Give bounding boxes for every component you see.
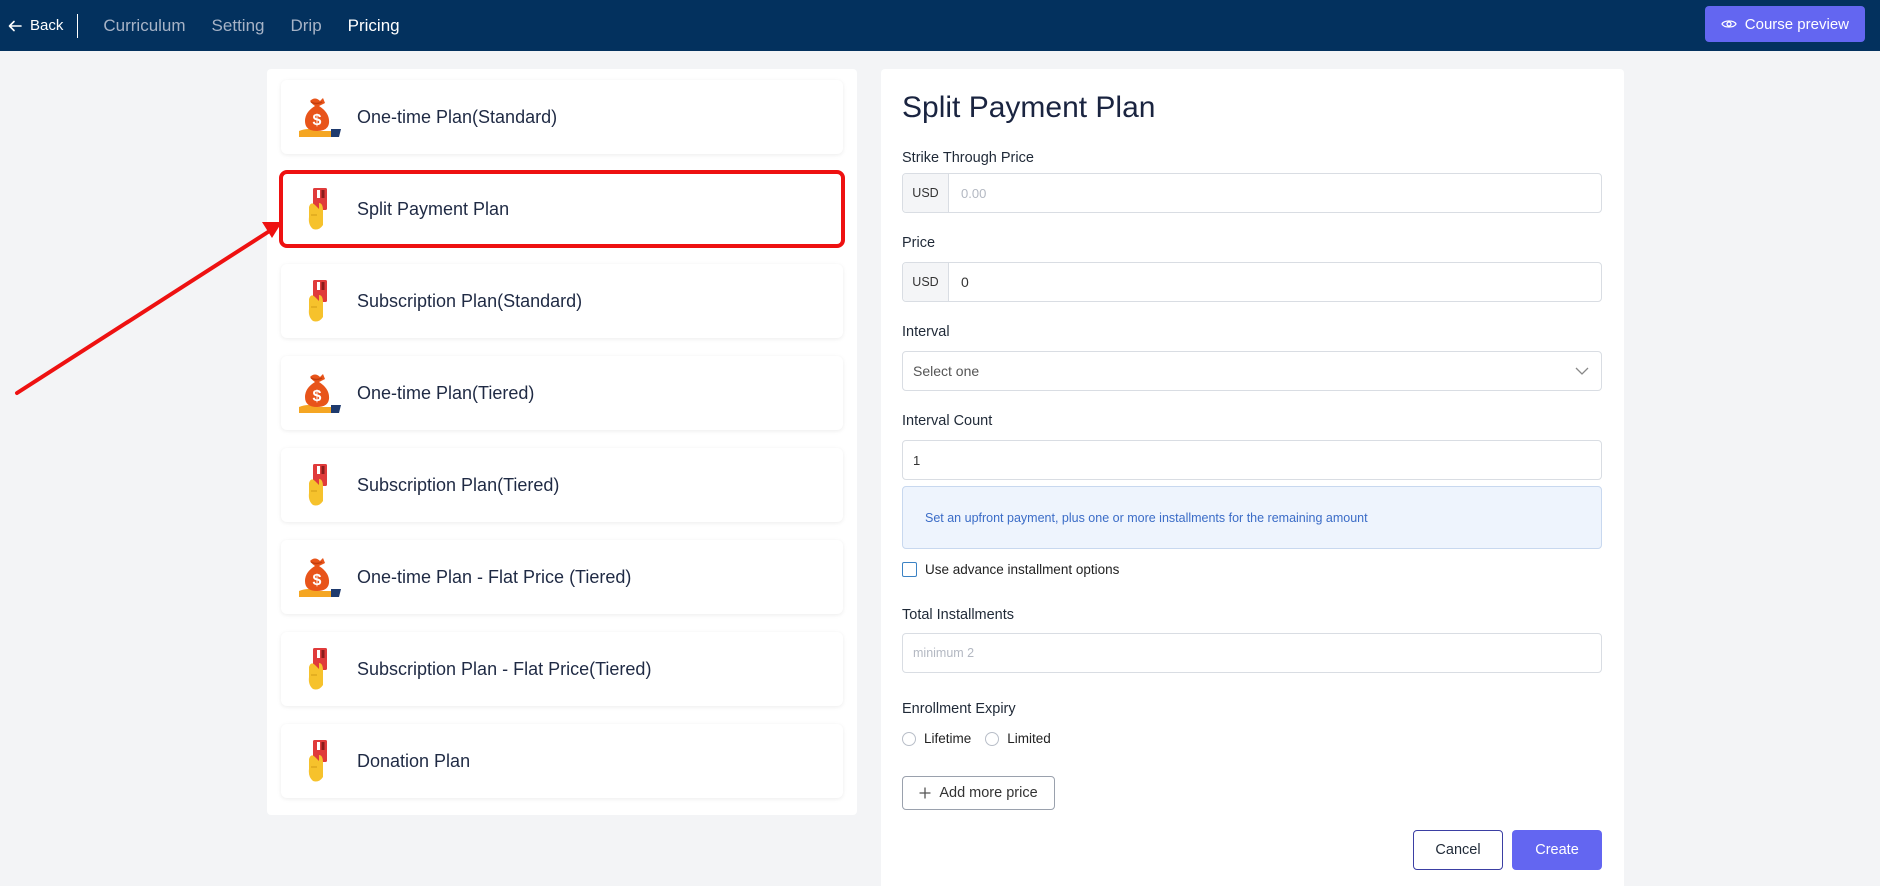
course-preview-button[interactable]: Course preview: [1704, 6, 1865, 42]
svg-text:$: $: [313, 572, 322, 589]
expiry-option-lifetime[interactable]: Lifetime: [902, 731, 971, 746]
tab-curriculum[interactable]: Curriculum: [90, 16, 198, 36]
chevron-down-icon: [1575, 367, 1589, 375]
plan-card-one-time-tiered[interactable]: $ One-time Plan(Tiered): [281, 356, 843, 430]
plan-card-subscription-standard[interactable]: Subscription Plan(Standard): [281, 264, 843, 338]
currency-prefix: USD: [903, 263, 949, 301]
interval-label: Interval: [902, 324, 950, 340]
total-installments-label: Total Installments: [902, 607, 1015, 623]
price-field[interactable]: USD 0: [902, 262, 1602, 302]
plan-name: One-time Plan(Standard): [357, 106, 558, 127]
plan-list-panel: $ One-time Plan(Standard) Split Payment …: [267, 69, 857, 815]
plan-card-subscription-flat-tiered[interactable]: Subscription Plan - Flat Price(Tiered): [281, 632, 843, 706]
info-alert: Set an upfront payment, plus one or more…: [902, 486, 1602, 549]
advance-installment-label: Use advance installment options: [925, 562, 1120, 577]
plan-card-one-time-standard[interactable]: $ One-time Plan(Standard): [281, 80, 843, 154]
back-button[interactable]: Back: [8, 13, 79, 38]
card-hand-icon: [308, 648, 327, 690]
plan-name: Donation Plan: [357, 750, 471, 771]
enrollment-expiry-label: Enrollment Expiry: [902, 701, 1016, 717]
interval-count-input[interactable]: 1: [902, 440, 1602, 480]
price-label: Price: [902, 235, 936, 251]
create-button[interactable]: Create: [1512, 830, 1602, 870]
tab-drip[interactable]: Drip: [277, 16, 334, 36]
card-hand-icon: [308, 280, 327, 322]
add-more-price-button[interactable]: Add more price: [902, 776, 1055, 810]
radio-button[interactable]: [985, 731, 1000, 746]
plan-name: One-time Plan - Flat Price (Tiered): [357, 566, 632, 587]
advance-installment-checkbox[interactable]: [902, 562, 917, 577]
back-label: Back: [30, 17, 64, 34]
enrollment-expiry-options: Lifetime Limited: [902, 731, 1065, 746]
svg-text:$: $: [313, 112, 322, 129]
add-more-price-label: Add more price: [939, 785, 1038, 801]
top-nav-bar: Back Curriculum Setting Drip Pricing Cou…: [0, 0, 1880, 51]
form-title: Split Payment Plan: [902, 91, 1156, 124]
card-hand-icon: [308, 464, 327, 506]
plan-card-subscription-tiered[interactable]: Subscription Plan(Tiered): [281, 448, 843, 522]
interval-count-label: Interval Count: [902, 413, 993, 429]
expiry-option-label: Lifetime: [924, 731, 972, 746]
eye-icon: [1721, 20, 1737, 28]
total-installments-placeholder: minimum 2: [913, 646, 975, 660]
plan-name: One-time Plan(Tiered): [357, 382, 535, 403]
currency-prefix: USD: [903, 174, 949, 212]
strike-price-field[interactable]: USD 0.00: [902, 173, 1602, 213]
advance-installment-option[interactable]: Use advance installment options: [902, 562, 1119, 577]
money-bag-icon: $: [299, 374, 341, 413]
plan-card-donation[interactable]: Donation Plan: [281, 724, 843, 798]
strike-price-label: Strike Through Price: [902, 150, 1034, 166]
price-value: 0: [961, 274, 969, 290]
interval-placeholder: Select one: [913, 363, 980, 379]
tab-setting[interactable]: Setting: [199, 16, 278, 36]
course-preview-label: Course preview: [1744, 15, 1849, 33]
svg-text:$: $: [313, 388, 322, 405]
total-installments-input[interactable]: minimum 2: [902, 633, 1602, 673]
card-hand-icon: [308, 188, 327, 230]
plan-name: Subscription Plan(Standard): [357, 290, 583, 311]
money-bag-icon: $: [299, 98, 341, 137]
course-tabs: Curriculum Setting Drip Pricing: [90, 16, 412, 36]
plus-icon: [919, 787, 931, 799]
tab-pricing[interactable]: Pricing: [335, 16, 413, 36]
strike-price-placeholder: 0.00: [961, 185, 987, 201]
plan-card-one-time-flat-tiered[interactable]: $ One-time Plan - Flat Price (Tiered): [281, 540, 843, 614]
arrow-left-icon: [8, 20, 22, 31]
cancel-button[interactable]: Cancel: [1413, 830, 1503, 870]
plan-name: Subscription Plan - Flat Price(Tiered): [357, 658, 652, 679]
card-hand-icon: [308, 740, 327, 782]
info-text: Set an upfront payment, plus one or more…: [925, 510, 1368, 525]
plan-card-split-payment[interactable]: Split Payment Plan: [279, 170, 845, 248]
plan-name: Subscription Plan(Tiered): [357, 474, 560, 495]
plan-name: Split Payment Plan: [357, 198, 510, 219]
radio-button[interactable]: [902, 731, 916, 746]
interval-select[interactable]: Select one: [902, 351, 1602, 391]
money-bag-icon: $: [299, 558, 341, 597]
expiry-option-limited[interactable]: Limited: [985, 731, 1051, 746]
expiry-option-label: Limited: [1007, 731, 1051, 746]
interval-count-value: 1: [913, 452, 921, 468]
plan-form-panel: Split Payment Plan Strike Through Price …: [881, 69, 1624, 886]
